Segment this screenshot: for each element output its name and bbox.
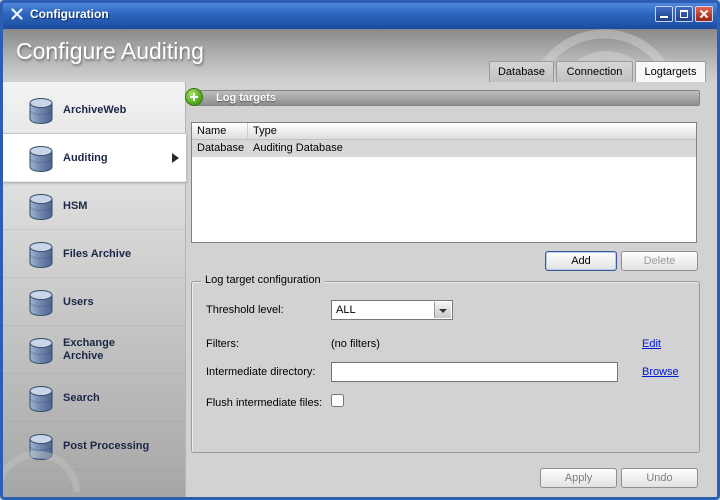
exchange-archive-icon xyxy=(25,334,57,366)
configuration-window: Configuration Configure Auditing Databas… xyxy=(0,0,720,500)
table-header: Name Type xyxy=(192,123,696,140)
delete-button[interactable]: Delete xyxy=(621,251,698,271)
maximize-icon xyxy=(680,10,688,18)
maximize-button[interactable] xyxy=(675,6,693,22)
threshold-level-label: Threshold level: xyxy=(206,304,284,316)
minimize-button[interactable] xyxy=(655,6,673,22)
log-targets-section-header: Log targets xyxy=(193,90,700,106)
auditing-icon xyxy=(25,142,57,174)
window-title: Configuration xyxy=(30,7,109,21)
chevron-down-icon xyxy=(439,309,447,313)
log-target-configuration-group: Log target configuration Threshold level… xyxy=(191,281,700,453)
post-processing-icon xyxy=(25,430,57,462)
table-row[interactable]: Database Auditing Database xyxy=(192,140,696,157)
filters-value: (no filters) xyxy=(331,338,380,350)
intermediate-directory-input[interactable] xyxy=(331,362,618,382)
browse-link[interactable]: Browse xyxy=(642,366,679,378)
log-targets-table: Name Type Database Auditing Database xyxy=(191,122,697,243)
dropdown-button[interactable] xyxy=(434,302,451,318)
tools-icon xyxy=(9,6,25,22)
files-archive-icon xyxy=(25,238,57,270)
selected-arrow-icon xyxy=(172,153,179,163)
close-button[interactable] xyxy=(695,6,713,22)
apply-button[interactable]: Apply xyxy=(540,468,617,488)
edit-filters-link[interactable]: Edit xyxy=(642,338,661,350)
minimize-icon xyxy=(660,16,668,18)
column-header-type[interactable]: Type xyxy=(248,123,696,139)
page-title: Configure Auditing xyxy=(16,38,204,65)
titlebar: Configuration xyxy=(0,0,720,29)
archiveweb-icon xyxy=(25,94,57,126)
filters-label: Filters: xyxy=(206,338,239,350)
sidebar-item-exchange-archive[interactable]: Exchange Archive xyxy=(3,326,186,374)
cell-name: Database xyxy=(192,140,248,157)
flush-intermediate-files-checkbox[interactable] xyxy=(331,394,344,407)
sidebar-item-hsm[interactable]: HSM xyxy=(3,182,186,230)
sidebar-item-users[interactable]: Users xyxy=(3,278,186,326)
users-icon xyxy=(25,286,57,318)
search-icon xyxy=(25,382,57,414)
group-title: Log target configuration xyxy=(201,274,325,286)
main-area: ArchiveWeb Auditing HSM Files Archive Us… xyxy=(3,82,717,497)
add-button[interactable]: Add xyxy=(545,251,617,271)
flush-intermediate-files-label: Flush intermediate files: xyxy=(206,397,322,409)
intermediate-directory-label: Intermediate directory: xyxy=(206,366,315,378)
hsm-icon xyxy=(25,190,57,222)
tab-database[interactable]: Database xyxy=(489,61,554,82)
threshold-level-value: ALL xyxy=(336,304,356,316)
sidebar-item-post-processing[interactable]: Post Processing xyxy=(3,422,186,470)
sidebar-item-search[interactable]: Search xyxy=(3,374,186,422)
sidebar: ArchiveWeb Auditing HSM Files Archive Us… xyxy=(3,82,186,497)
sidebar-item-archiveweb[interactable]: ArchiveWeb xyxy=(3,86,186,134)
tab-connection[interactable]: Connection xyxy=(556,61,633,82)
tab-logtargets[interactable]: Logtargets xyxy=(635,61,706,82)
column-header-name[interactable]: Name xyxy=(192,123,248,139)
sidebar-item-auditing[interactable]: Auditing xyxy=(3,134,186,182)
undo-button[interactable]: Undo xyxy=(621,468,698,488)
sidebar-item-files-archive[interactable]: Files Archive xyxy=(3,230,186,278)
threshold-level-select[interactable]: ALL xyxy=(331,300,453,320)
cell-type: Auditing Database xyxy=(248,140,343,157)
add-log-target-icon[interactable] xyxy=(185,88,203,106)
